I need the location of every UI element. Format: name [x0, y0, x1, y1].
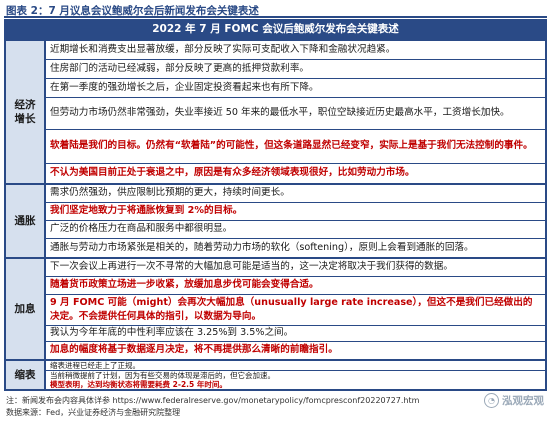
statement-row-highlight: 我们坚定地致力于将通胀恢复到 2%的目标。	[46, 203, 545, 220]
category-balance-sheet: 缩表	[6, 361, 44, 389]
section-rate-hikes: 加息 下一次会议上再进行一次不寻常的大幅加息可能是适当的，这一决定将取决于我们获…	[6, 259, 545, 359]
statement-row: 通胀与劳动力市场紧张是相关的，随着劳动力市场的软化（softening），原则上…	[46, 239, 545, 257]
category-rate-hikes: 加息	[6, 259, 44, 359]
statement-row: 下一次会议上再进行一次不寻常的大幅加息可能是适当的，这一决定将取决于我们获得的数…	[46, 259, 545, 276]
statement-row-highlight: 不认为美国目前正处于衰退之中，原因是有众多经济领域表现很好，比如劳动力市场。	[46, 164, 545, 183]
category-label-line: 通胀	[14, 215, 36, 227]
section-rows: 下一次会议上再进行一次不寻常的大幅加息可能是适当的，这一决定将取决于我们获得的数…	[46, 259, 545, 359]
watermark-text: 泓观宏观	[502, 395, 544, 407]
statement-row-highlight: 随着货币政策立场进一步收紧，放缓加息步伐可能会变得合适。	[46, 277, 545, 294]
statement-row: 但劳动力市场仍然非常强劲，失业率接近 50 年来的最低水平，职位空缺接近历史最高…	[46, 98, 545, 129]
section-rows: 需求仍然强劲，供应限制比预期的更大，持续时间更长。 我们坚定地致力于将通胀恢复到…	[46, 185, 545, 257]
data-source: 数据来源：Fed，兴业证券经济与金融研究院整理	[6, 408, 181, 417]
statements-table: 2022 年 7 月 FOMC 会议后鲍威尔发布会关键表述 经济 增长 近期增长…	[4, 19, 547, 391]
category-label-line: 缩表	[14, 369, 36, 381]
statement-row: 在第一季度的强劲增长之后，企业固定投资看起来也有所下降。	[46, 79, 545, 97]
section-rows: 近期增长和消费支出显著放缓，部分反映了实际可支配收入下降和金融状况趋紧。 住房部…	[46, 41, 545, 183]
section-economic-growth: 经济 增长 近期增长和消费支出显著放缓，部分反映了实际可支配收入下降和金融状况趋…	[6, 41, 545, 183]
wechat-logo-icon: ◔	[484, 393, 499, 408]
statement-row-highlight: 模型表明，达到均衡状态将需要耗费 2-2.5 年时间。	[46, 380, 545, 389]
statement-row: 近期增长和消费支出显著放缓，部分反映了实际可支配收入下降和金融状况趋紧。	[46, 41, 545, 59]
category-inflation: 通胀	[6, 185, 44, 257]
section-inflation: 通胀 需求仍然强劲，供应限制比预期的更大，持续时间更长。 我们坚定地致力于将通胀…	[6, 185, 545, 257]
section-balance-sheet: 缩表 缩表进程已经走上了正规。 当前稍微提前了计划，因为有些交易的体现是滞后的，…	[6, 361, 545, 389]
section-rows: 缩表进程已经走上了正规。 当前稍微提前了计划，因为有些交易的体现是滞后的，但它会…	[46, 361, 545, 389]
statement-row: 需求仍然强劲，供应限制比预期的更大，持续时间更长。	[46, 185, 545, 202]
statement-row: 广泛的价格压力在商品和服务中都很明显。	[46, 221, 545, 238]
category-label-line: 加息	[14, 303, 36, 315]
category-label-line: 增长	[14, 113, 36, 125]
statement-row: 住房部门的活动已经减弱，部分反映了更高的抵押贷款利率。	[46, 60, 545, 78]
footnotes: 注：新闻发布会内容具体详参 https://www.federalreserve…	[6, 395, 419, 419]
table-header: 2022 年 7 月 FOMC 会议后鲍威尔发布会关键表述	[152, 23, 399, 35]
statement-row-highlight: 9 月 FOMC 可能（might）会再次大幅加息（unusually larg…	[46, 295, 545, 325]
title-rule	[4, 16, 547, 18]
statement-row-highlight: 加息的幅度将基于数据逐月决定，将不再提供那么清晰的前瞻指引。	[46, 342, 545, 359]
statement-row: 我认为今年年底的中性利率应该在 3.25%到 3.5%之间。	[46, 326, 545, 341]
statement-row: 当前稍微提前了计划，因为有些交易的体现是滞后的，但它会加速。	[46, 370, 545, 380]
statement-row-highlight: 软着陆是我们的目标。仍然有“软着陆”的可能性，但这条道路显然已经变窄，实际上是基…	[46, 130, 545, 163]
watermark: ◔ 泓观宏观	[484, 393, 544, 408]
source-note: 注：新闻发布会内容具体详参 https://www.federalreserve…	[6, 396, 420, 405]
category-label-line: 经济	[14, 99, 36, 111]
figure-title: 图表 2：7 月议息会议鲍威尔会后新闻发布会关键表述	[6, 5, 259, 17]
statement-row: 缩表进程已经走上了正规。	[46, 361, 545, 370]
category-economic-growth: 经济 增长	[6, 41, 44, 183]
